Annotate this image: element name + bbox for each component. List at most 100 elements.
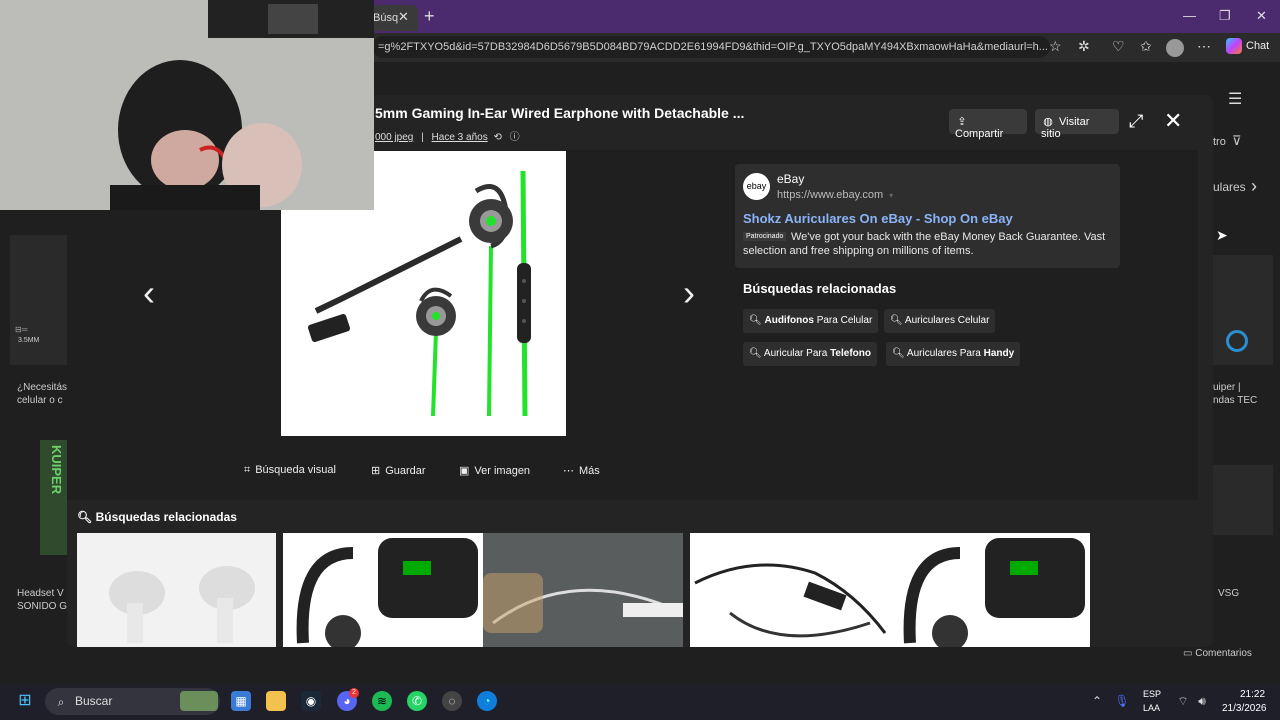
ad-description: We've got your back with the eBay Money … — [743, 231, 1106, 257]
maximize-icon[interactable]: ❐ — [1219, 8, 1231, 24]
volume-icon[interactable]: 🔊︎ — [1192, 691, 1212, 711]
next-arrow-icon[interactable]: › — [683, 272, 695, 314]
new-tab-icon[interactable]: + — [424, 6, 435, 27]
info-icon[interactable]: ⓘ — [510, 132, 520, 143]
result-caption[interactable]: uiper | — [1213, 381, 1241, 394]
microphone-icon[interactable]: 🎙︎ — [1112, 691, 1132, 711]
edge-icon[interactable]: ◔ — [477, 691, 497, 711]
result-thumbnail[interactable] — [1213, 465, 1273, 535]
tab-active[interactable]: Búsq — [370, 5, 418, 31]
input-language[interactable]: ESP — [1143, 689, 1161, 699]
windows-start-icon[interactable]: ⊞ — [15, 691, 35, 711]
input-layout[interactable]: LAA — [1143, 703, 1160, 713]
result-caption[interactable]: Headset V — [17, 587, 64, 600]
favorites-icon[interactable]: ✩ — [1140, 38, 1152, 55]
steam-icon[interactable]: ◉ — [301, 691, 321, 711]
earbuds-illustration — [109, 566, 255, 643]
file-explorer-icon[interactable] — [266, 691, 286, 711]
wired-earphones-illustration — [483, 573, 684, 633]
result-caption[interactable]: ndas TEC — [1213, 394, 1257, 407]
sponsored-badge: Patrocinado — [743, 232, 787, 241]
bluetooth-headset-illustration — [296, 538, 478, 651]
webcam-overlay — [0, 0, 374, 210]
window-close-icon[interactable]: ✕ — [1256, 8, 1267, 24]
search-icon: 🔍︎ — [77, 510, 96, 524]
history-icon: ⟲ — [493, 132, 502, 143]
mouse-cursor-icon: ➤ — [1216, 227, 1228, 243]
search-icon: 🔍︎ — [749, 315, 765, 326]
filter-label[interactable]: tro — [1213, 136, 1226, 149]
search-highlight-icon[interactable] — [180, 691, 218, 711]
image-age[interactable]: Hace 3 años — [432, 132, 488, 143]
visual-search-icon: ⌗ — [244, 464, 251, 476]
image-meta: 000 jpeg | Hace 3 años ⟲ ⓘ — [375, 128, 520, 143]
previous-arrow-icon[interactable]: ‹ — [143, 272, 155, 314]
performance-icon[interactable]: ♡ — [1112, 38, 1125, 55]
expand-icon[interactable]: ⤢ — [1129, 111, 1143, 132]
visit-site-button[interactable]: ◍ Visitar sitio — [1035, 109, 1119, 140]
result-caption[interactable]: VSG — [1218, 587, 1239, 600]
search-icon: 🔍︎ — [890, 315, 905, 326]
related-chip[interactable]: 🔍︎ Audifonos Para Celular — [743, 309, 879, 333]
headset-ring — [1226, 330, 1248, 352]
more-button[interactable]: ⋯ Más — [563, 464, 600, 477]
pill-scroll-right-icon[interactable]: › — [1251, 177, 1257, 195]
visual-search-button[interactable]: ⌗ Búsqueda visual — [244, 464, 336, 477]
search-label: Buscar — [75, 694, 113, 708]
view-image-button[interactable]: ▣ Ver imagen — [459, 464, 530, 477]
minimize-icon[interactable]: — — [1183, 8, 1196, 23]
search-icon: ⌕ — [57, 695, 65, 709]
clock-date[interactable]: 21/3/2026 — [1222, 703, 1267, 714]
more-dots-icon: ⋯ — [563, 465, 574, 477]
tray-overflow-icon[interactable]: ⌃ — [1087, 691, 1107, 711]
related-image[interactable] — [690, 533, 890, 647]
whatsapp-icon[interactable]: ✆ — [407, 691, 427, 711]
related-chip[interactable]: 🔍︎ Auriculares Celular — [884, 309, 996, 333]
image-title[interactable]: 5mm Gaming In-Ear Wired Earphone with De… — [375, 105, 744, 121]
related-searches-heading: Búsquedas relacionadas — [743, 281, 897, 296]
related-image[interactable] — [890, 533, 1090, 651]
cable-illustration — [694, 563, 887, 638]
image-size[interactable]: 000 jpeg — [375, 132, 413, 143]
related-image[interactable] — [77, 533, 276, 647]
tab-title: Búsq — [373, 12, 399, 24]
share-button[interactable]: ⇪Compartir — [949, 109, 1027, 140]
related-chip[interactable]: 🔍︎ Auriculares Para Handy — [886, 342, 1021, 366]
filter-icon[interactable]: ⊽ — [1232, 134, 1242, 147]
result-caption[interactable]: celular o c — [17, 394, 63, 407]
meta-separator: | — [421, 132, 424, 143]
related-chip[interactable]: 🔍︎ Auricular Para Telefono — [743, 342, 877, 366]
ad-site-name[interactable]: eBay — [777, 172, 804, 186]
result-caption[interactable]: ¿Necesitás — [17, 381, 67, 394]
close-icon[interactable]: ✕ — [1164, 108, 1182, 134]
related-images-heading: 🔍︎ Búsquedas relacionadas — [77, 510, 237, 524]
profile-avatar[interactable] — [1166, 39, 1184, 57]
favorite-star-icon[interactable]: ☆ — [1049, 38, 1062, 55]
category-pill[interactable]: ulares — [1213, 181, 1246, 194]
spotify-icon[interactable]: ≋ — [372, 691, 392, 711]
ad-site-url[interactable]: https://www.ebay.com ▾ — [777, 189, 893, 201]
save-button[interactable]: ⊞ Guardar — [371, 464, 426, 477]
bluetooth-headset-illustration — [903, 538, 1085, 651]
discord-badge: 2 — [349, 688, 359, 698]
store-icon[interactable]: ▦ — [231, 691, 251, 711]
copilot-chat-button[interactable]: Chat — [1226, 38, 1269, 54]
address-bar[interactable]: =g%2FTXYO5d&id=57DB32984D6D5679B5D084BD7… — [372, 36, 1050, 58]
related-image[interactable] — [483, 533, 684, 647]
result-caption[interactable]: SONIDO G — [17, 600, 67, 613]
hamburger-menu-icon[interactable]: ☰ — [1228, 92, 1242, 108]
webcam-feed — [0, 0, 374, 210]
clock-time[interactable]: 21:22 — [1240, 689, 1265, 700]
comments-link[interactable]: ▭ Comentarios — [1183, 647, 1252, 660]
wifi-icon[interactable]: ⌔ — [1173, 691, 1193, 711]
comment-icon: ▭ — [1183, 648, 1196, 659]
ad-dropdown-icon[interactable]: ▾ — [889, 191, 893, 200]
share-icon: ⇪ — [957, 116, 967, 128]
ad-title-link[interactable]: Shokz Auriculares On eBay - Shop On eBay — [743, 211, 1013, 226]
related-image[interactable] — [283, 533, 483, 651]
more-menu-icon[interactable]: ⋯ — [1197, 38, 1211, 55]
extensions-icon[interactable]: ✲ — [1078, 38, 1090, 55]
app-icon[interactable]: ◌ — [442, 691, 462, 711]
search-icon: 🔍︎ — [749, 348, 764, 359]
tab-close-icon[interactable]: ✕ — [398, 9, 409, 25]
